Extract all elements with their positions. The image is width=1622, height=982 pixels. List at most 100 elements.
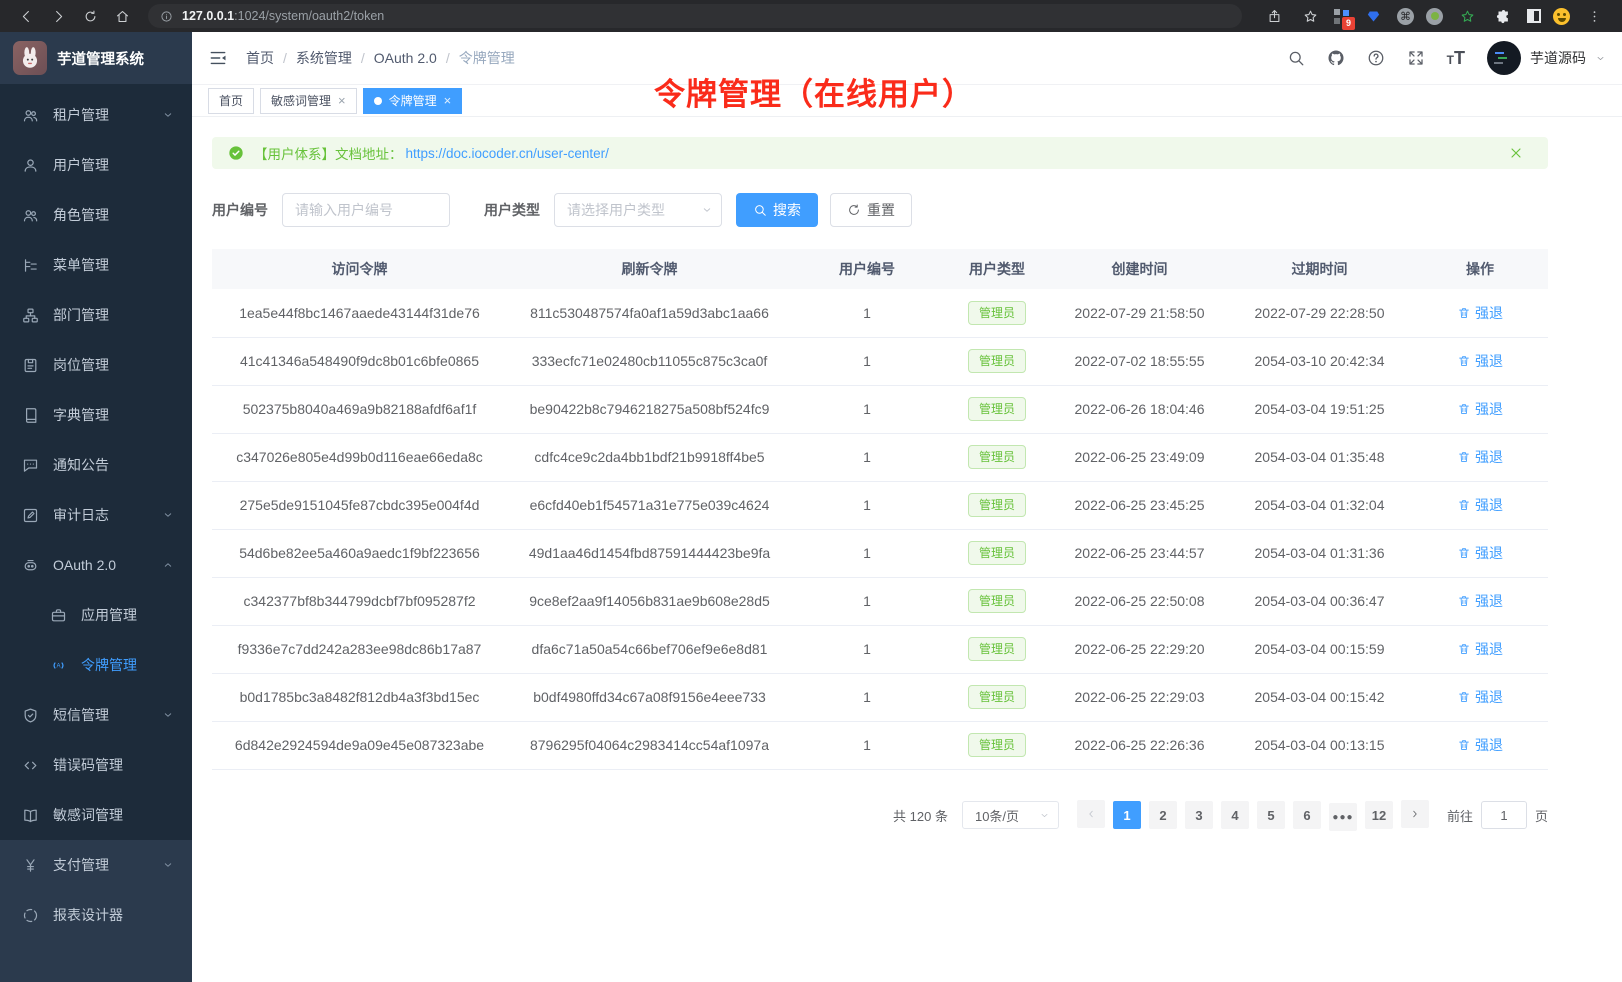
address-bar[interactable]: 127.0.0.1:1024/system/oauth2/token [148, 4, 1242, 28]
user-menu[interactable]: 芋道源码 [1487, 41, 1606, 75]
sidebar-item-label: 敏感词管理 [53, 805, 123, 825]
sidebar-item-sensitive-word[interactable]: 敏感词管理 [0, 790, 192, 840]
prev-page-button[interactable] [1077, 800, 1105, 828]
share-icon[interactable] [1262, 4, 1286, 28]
force-logout-button[interactable]: 强退 [1457, 687, 1503, 707]
tab-sensitive-word[interactable]: 敏感词管理× [260, 88, 357, 114]
record-circle-icon[interactable] [1426, 8, 1443, 25]
sidebar-item-dept[interactable]: 部门管理 [0, 290, 192, 340]
force-logout-button[interactable]: 强退 [1457, 639, 1503, 659]
sidebar-item-audit-log[interactable]: 审计日志 [0, 490, 192, 540]
back-icon[interactable] [14, 4, 38, 28]
refresh-token-cell: e6cfd40eb1f54571a31e775e039c4624 [507, 481, 792, 529]
url-text: 127.0.0.1:1024/system/oauth2/token [182, 9, 384, 23]
doc-link[interactable]: https://doc.iocoder.cn/user-center/ [406, 146, 609, 161]
tabs-bar: 首页敏感词管理×令牌管理× [192, 85, 1622, 117]
next-page-button[interactable] [1401, 800, 1429, 828]
app-logo[interactable]: 芋道管理系统 [0, 32, 192, 84]
force-logout-button[interactable]: 强退 [1457, 735, 1503, 755]
sidebar-item-user[interactable]: 用户管理 [0, 140, 192, 190]
table-header-row: 访问令牌刷新令牌用户编号用户类型创建时间过期时间操作 [212, 249, 1548, 289]
sidebar-item-post[interactable]: 岗位管理 [0, 340, 192, 390]
sidebar-item-menu[interactable]: 菜单管理 [0, 240, 192, 290]
page-button-4[interactable]: 4 [1221, 801, 1249, 829]
sidebar-item-error-code[interactable]: 错误码管理 [0, 740, 192, 790]
column-header: 创建时间 [1052, 249, 1227, 289]
user-id-input[interactable] [282, 193, 450, 227]
sidebar-item-dict[interactable]: 字典管理 [0, 390, 192, 440]
github-icon[interactable] [1327, 49, 1345, 67]
column-header: 刷新令牌 [507, 249, 792, 289]
sidebar-bottom-section [0, 940, 192, 982]
page-button-2[interactable]: 2 [1149, 801, 1177, 829]
bookmark-star-icon[interactable] [1298, 4, 1322, 28]
tab-close-icon[interactable]: × [444, 94, 452, 107]
alert-close-icon[interactable] [1508, 145, 1524, 161]
page-button-12[interactable]: 12 [1365, 801, 1393, 829]
sidebar-item-oauth2-app[interactable]: 应用管理 [0, 590, 192, 640]
breadcrumb-item[interactable]: 系统管理 [296, 48, 352, 68]
font-size-icon[interactable]: TT [1447, 49, 1465, 67]
reset-button[interactable]: 重置 [830, 193, 912, 227]
sidebar-item-pay[interactable]: 支付管理 [0, 840, 192, 890]
chevron-down-icon [701, 204, 713, 216]
code-icon [22, 757, 39, 774]
puzzle-icon[interactable] [1491, 4, 1515, 28]
breadcrumb-separator: / [446, 50, 450, 66]
breadcrumb-item[interactable]: 首页 [246, 48, 274, 68]
tab-home[interactable]: 首页 [208, 88, 254, 114]
page-button-1[interactable]: 1 [1113, 801, 1141, 829]
reader-mode-icon[interactable] [1527, 9, 1541, 23]
sidebar-item-label: 角色管理 [53, 205, 109, 225]
green-star-icon[interactable] [1455, 4, 1479, 28]
search-button[interactable]: 搜索 [736, 193, 818, 227]
command-circle-icon[interactable]: ⌘ [1397, 8, 1414, 25]
sidebar-item-sms[interactable]: 短信管理 [0, 690, 192, 740]
trash-icon [1457, 450, 1471, 464]
goto-label: 前往 [1447, 806, 1473, 825]
breadcrumb-item[interactable]: OAuth 2.0 [374, 50, 437, 66]
force-logout-button[interactable]: 强退 [1457, 399, 1503, 419]
force-logout-button[interactable]: 强退 [1457, 303, 1503, 323]
reload-icon[interactable] [78, 4, 102, 28]
emoji-icon[interactable] [1553, 8, 1570, 25]
sidebar-item-role[interactable]: 角色管理 [0, 190, 192, 240]
site-info-icon[interactable] [160, 10, 173, 23]
menu-dots-icon[interactable] [1582, 4, 1606, 28]
gem-icon[interactable] [1361, 4, 1385, 28]
page-button-5[interactable]: 5 [1257, 801, 1285, 829]
extensions-grid-icon[interactable]: 9 [1334, 9, 1349, 24]
user-id-cell: 1 [792, 529, 942, 577]
refresh-token-cell: 9ce8ef2aa9f14056b831ae9b608e28d5 [507, 577, 792, 625]
expire-time-cell: 2054-03-04 01:31:36 [1227, 529, 1412, 577]
more-pages-button[interactable]: ●●● [1329, 803, 1357, 831]
sidebar-item-oauth2[interactable]: OAuth 2.0 [0, 540, 192, 590]
table-row: 1ea5e44f8bc1467aaede43144f31de76811c5304… [212, 289, 1548, 337]
force-logout-button[interactable]: 强退 [1457, 447, 1503, 467]
force-logout-button[interactable]: 强退 [1457, 543, 1503, 563]
sidebar-item-notice[interactable]: 通知公告 [0, 440, 192, 490]
forward-icon[interactable] [46, 4, 70, 28]
trash-icon [1457, 690, 1471, 704]
force-logout-button[interactable]: 强退 [1457, 495, 1503, 515]
access-token-cell: 502375b8040a469a9b82188afdf6af1f [212, 385, 507, 433]
goto-page-input[interactable] [1481, 801, 1527, 829]
tab-token[interactable]: 令牌管理× [363, 88, 463, 114]
page-button-3[interactable]: 3 [1185, 801, 1213, 829]
trash-icon [1457, 498, 1471, 512]
sidebar-item-oauth2-token[interactable]: A令牌管理 [0, 640, 192, 690]
home-icon[interactable] [110, 4, 134, 28]
page-button-6[interactable]: 6 [1293, 801, 1321, 829]
search-icon[interactable] [1287, 49, 1305, 67]
fullscreen-icon[interactable] [1407, 49, 1425, 67]
page-size-select[interactable]: 10条/页 [962, 801, 1059, 829]
force-logout-button[interactable]: 强退 [1457, 351, 1503, 371]
created-time-cell: 2022-06-25 22:29:20 [1052, 625, 1227, 673]
tab-close-icon[interactable]: × [338, 94, 346, 107]
sidebar-item-report-designer[interactable]: 报表设计器 [0, 890, 192, 940]
sidebar-item-tenant[interactable]: 租户管理 [0, 90, 192, 140]
force-logout-button[interactable]: 强退 [1457, 591, 1503, 611]
user-type-select[interactable] [554, 193, 722, 227]
sidebar-collapse-icon[interactable] [208, 48, 228, 68]
help-icon[interactable] [1367, 49, 1385, 67]
